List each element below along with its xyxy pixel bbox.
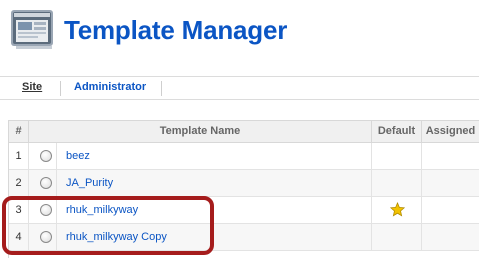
table-row: 1 beez — [9, 143, 479, 170]
assigned-cell — [422, 197, 479, 223]
default-cell — [372, 143, 422, 169]
tab-separator — [60, 81, 61, 96]
table-header-row: # Template Name Default Assigned — [9, 121, 479, 143]
default-star-icon[interactable] — [390, 202, 405, 217]
assigned-cell — [422, 170, 479, 196]
column-header-template-name[interactable]: Template Name — [29, 121, 372, 142]
column-header-number: # — [9, 121, 29, 142]
default-cell — [372, 170, 422, 196]
row-select-radio[interactable] — [40, 231, 52, 243]
template-name-cell: rhuk_milkyway — [57, 197, 372, 223]
template-name-link[interactable]: rhuk_milkyway — [66, 204, 138, 216]
section-tabs: Site Administrator — [0, 76, 479, 100]
template-name-cell: JA_Purity — [57, 170, 372, 196]
row-select-radio[interactable] — [40, 204, 52, 216]
template-manager-icon — [10, 8, 56, 50]
row-number: 2 — [9, 170, 29, 196]
table-row: 2 JA_Purity — [9, 170, 479, 197]
tab-separator — [161, 81, 162, 96]
row-number: 4 — [9, 224, 29, 250]
table-row: 4 rhuk_milkyway Copy — [9, 224, 479, 251]
assigned-cell — [422, 143, 479, 169]
page-header: Template Manager — [0, 0, 479, 64]
page-title: Template Manager — [64, 15, 288, 45]
row-select-cell — [29, 197, 57, 223]
table-row: 3 rhuk_milkyway — [9, 197, 479, 224]
column-header-default[interactable]: Default — [372, 121, 422, 142]
default-cell — [372, 224, 422, 250]
assigned-cell — [422, 224, 479, 250]
row-select-cell — [29, 170, 57, 196]
templates-table: # Template Name Default Assigned 1 beez … — [8, 120, 479, 258]
column-header-assigned[interactable]: Assigned — [422, 121, 479, 142]
template-name-link[interactable]: rhuk_milkyway Copy — [66, 231, 167, 243]
row-select-cell — [29, 143, 57, 169]
template-name-cell: rhuk_milkyway Copy — [57, 224, 372, 250]
row-select-cell — [29, 224, 57, 250]
row-number: 3 — [9, 197, 29, 223]
tab-administrator[interactable]: Administrator — [74, 81, 146, 97]
default-cell — [372, 197, 422, 223]
row-select-radio[interactable] — [40, 177, 52, 189]
row-number: 1 — [9, 143, 29, 169]
template-manager-page: Template Manager Site Administrator # Te… — [0, 0, 479, 258]
template-name-link[interactable]: JA_Purity — [66, 177, 113, 189]
tab-site[interactable]: Site — [22, 81, 42, 97]
template-name-cell: beez — [57, 143, 372, 169]
template-name-link[interactable]: beez — [66, 150, 90, 162]
row-select-radio[interactable] — [40, 150, 52, 162]
